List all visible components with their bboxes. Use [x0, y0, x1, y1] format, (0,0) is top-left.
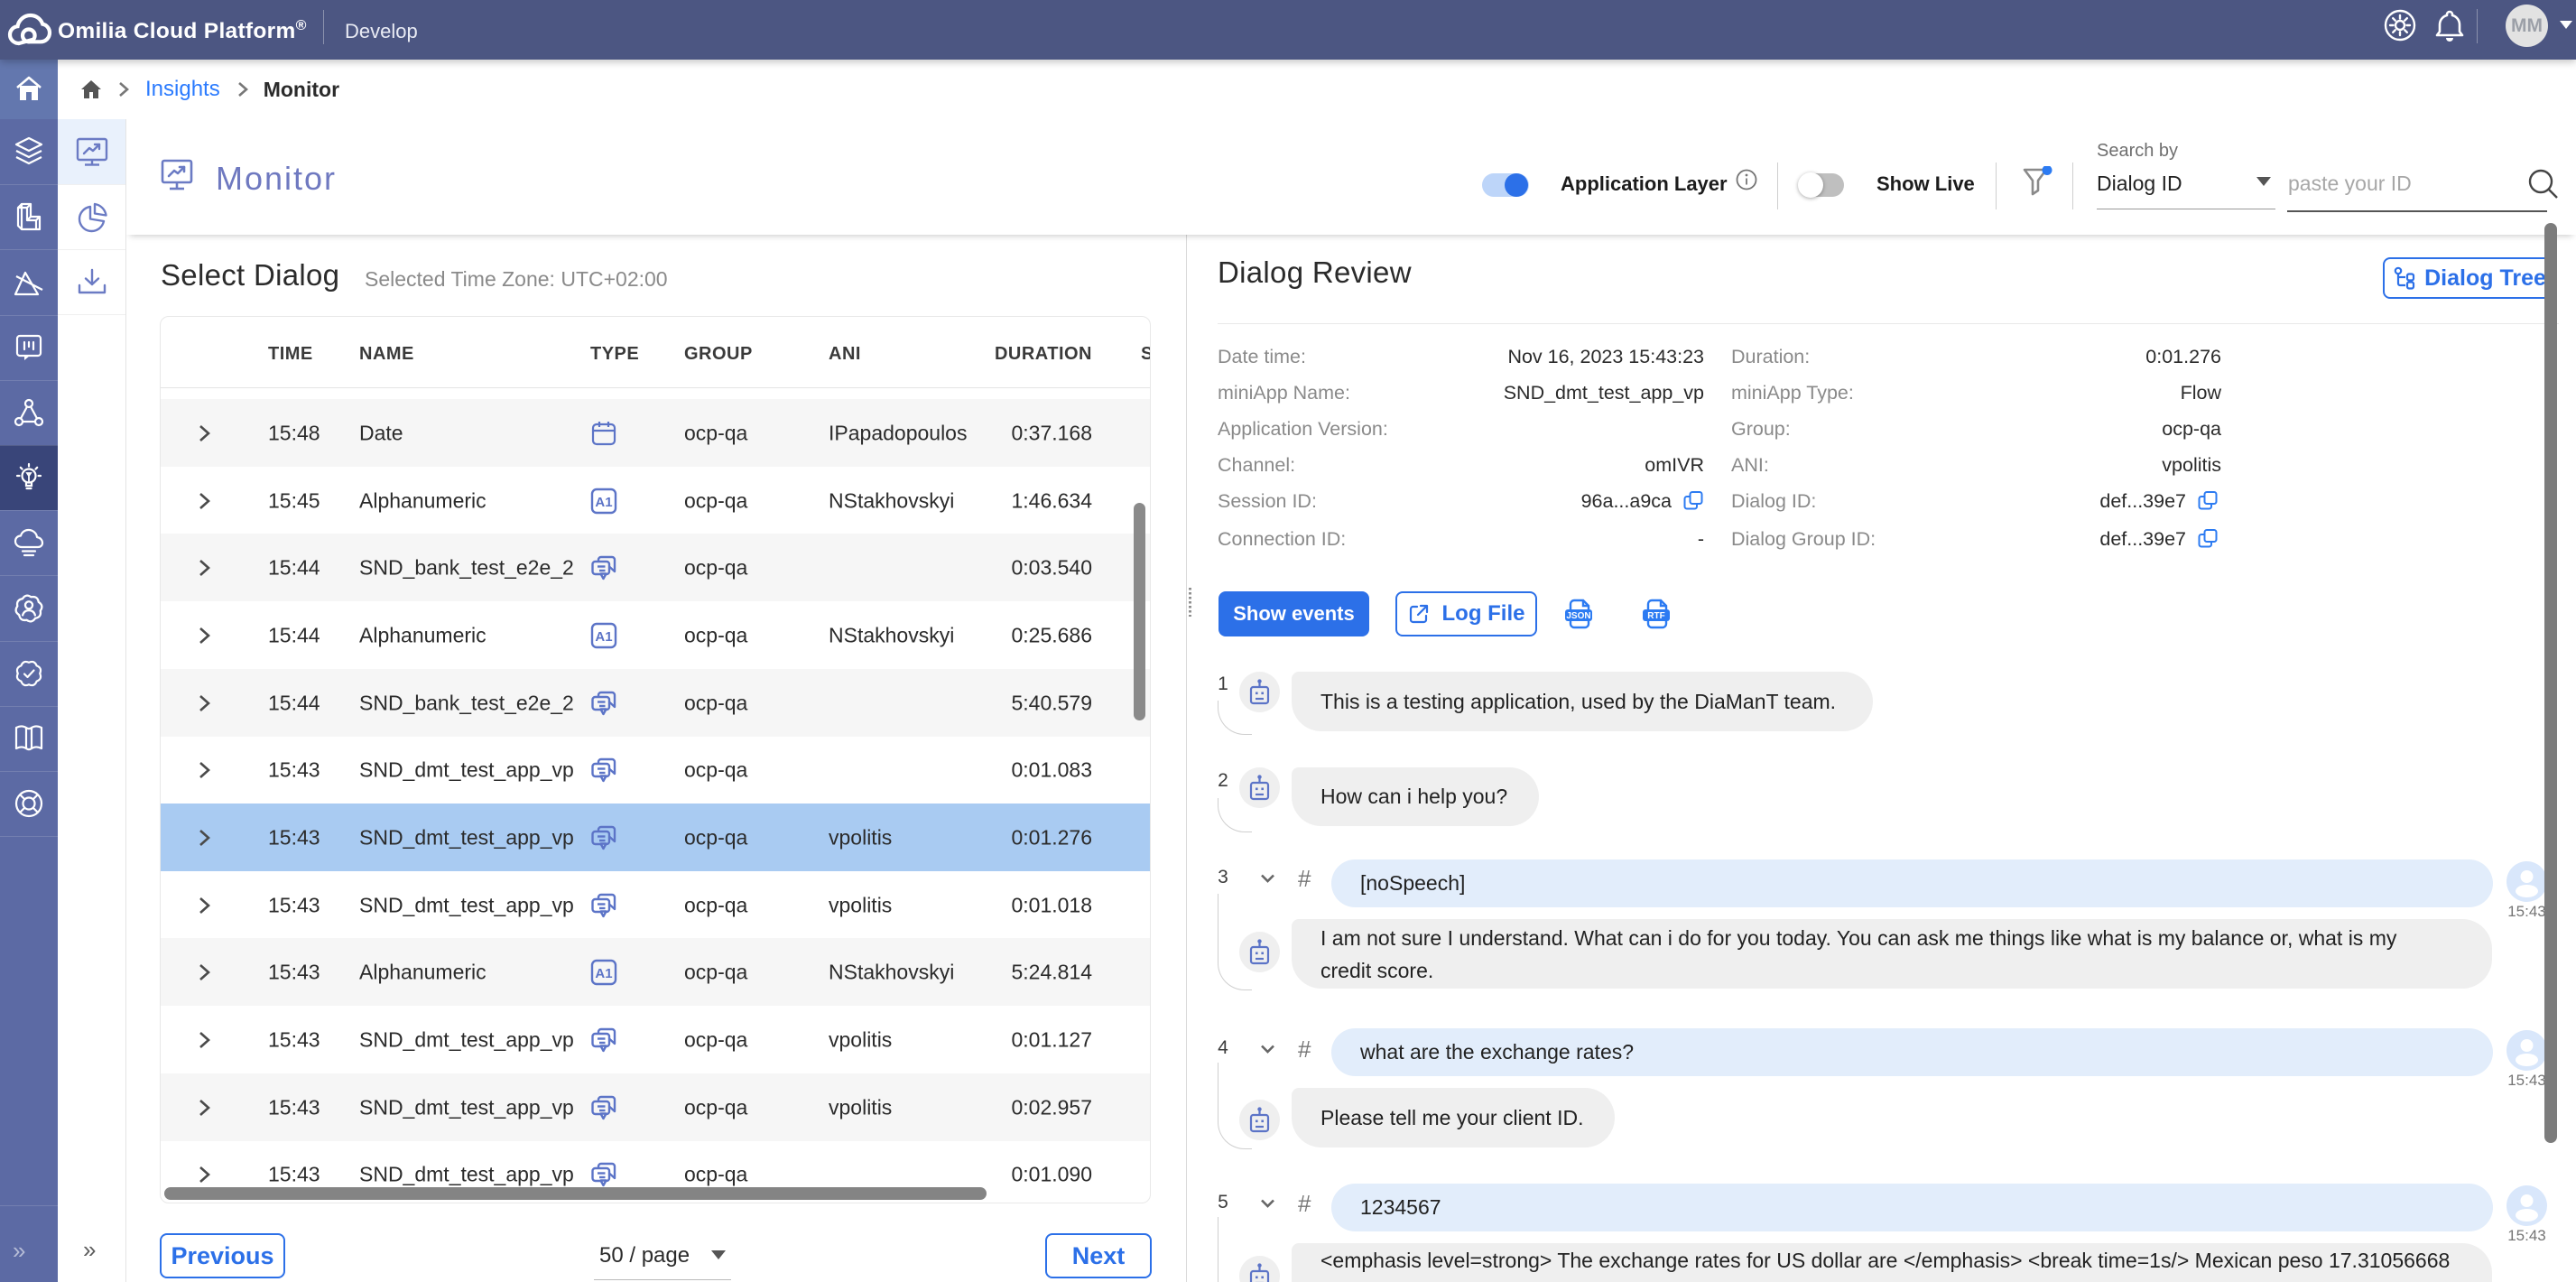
svg-text:JSON: JSON — [1566, 611, 1590, 621]
svg-text:A1: A1 — [595, 629, 612, 645]
svg-text:A1: A1 — [595, 495, 612, 510]
svg-text:RTF: RTF — [1647, 611, 1664, 621]
svg-text:A1: A1 — [595, 966, 612, 981]
